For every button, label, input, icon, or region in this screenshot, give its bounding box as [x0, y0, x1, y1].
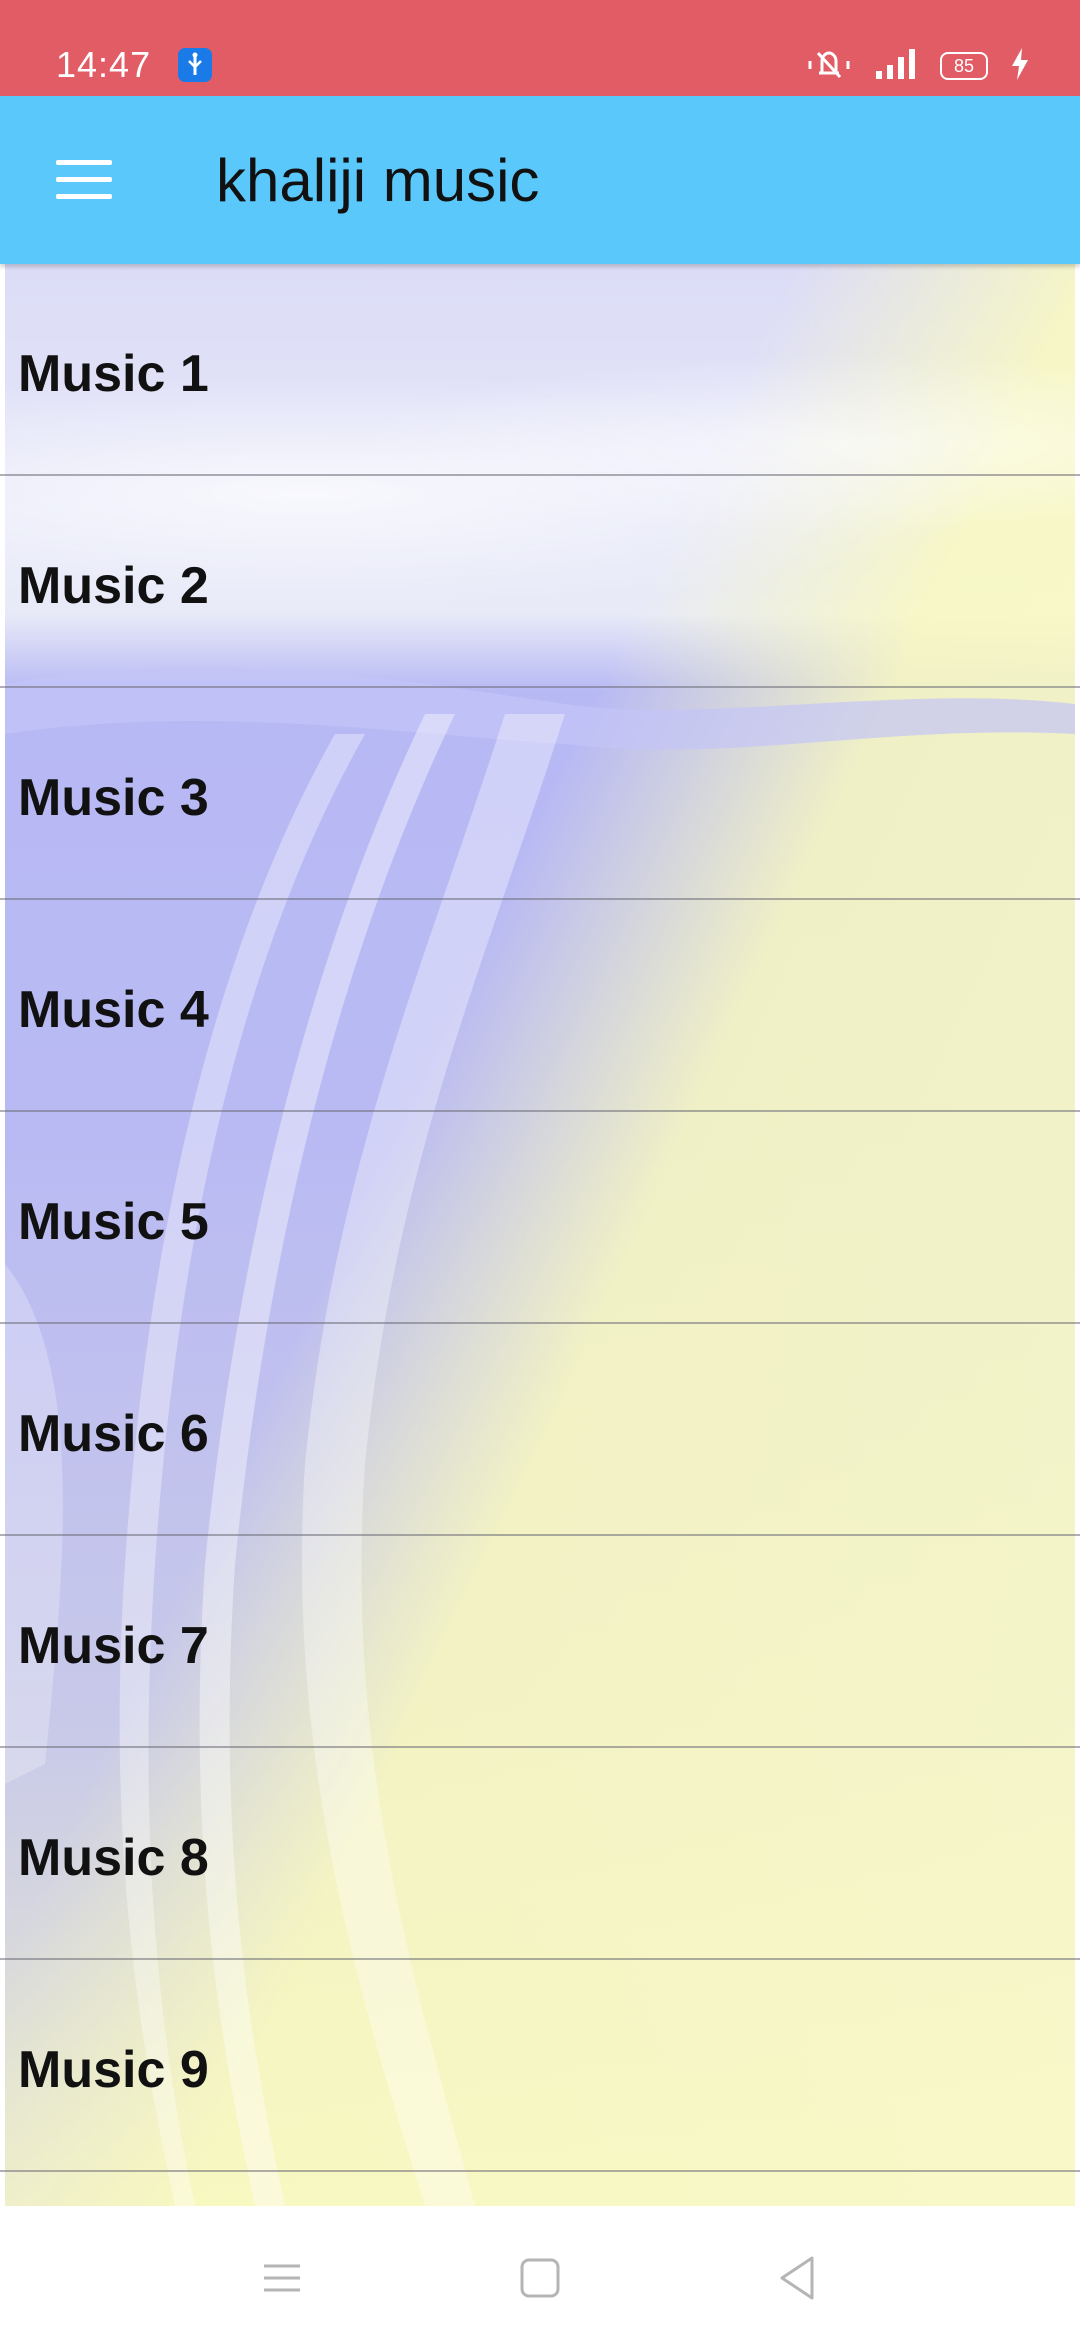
list-item[interactable]: Music 9	[0, 1960, 1080, 2172]
status-icons: 85	[806, 46, 1030, 86]
back-icon[interactable]	[768, 2248, 828, 2308]
battery-icon: 85	[940, 52, 988, 80]
app-bar: khaliji music	[0, 96, 1080, 264]
home-icon[interactable]	[510, 2248, 570, 2308]
list-item[interactable]: Music 6	[0, 1324, 1080, 1536]
screen: 14:47 85 khaliji music Music 1 Music 2 M…	[0, 0, 1080, 2340]
list-item-label: Music 1	[18, 345, 209, 403]
list-item-label: Music 8	[18, 1829, 209, 1887]
music-list: Music 1 Music 2 Music 3 Music 4 Music 5 …	[0, 264, 1080, 2172]
list-item-label: Music 2	[18, 557, 209, 615]
list-item[interactable]: Music 8	[0, 1748, 1080, 1960]
status-time: 14:47	[56, 44, 152, 85]
usb-debug-icon	[178, 48, 212, 82]
list-item-label: Music 6	[18, 1405, 209, 1463]
system-nav-bar	[0, 2206, 1080, 2340]
list-item-label: Music 4	[18, 981, 209, 1039]
list-item[interactable]: Music 2	[0, 476, 1080, 688]
music-list-container[interactable]: Music 1 Music 2 Music 3 Music 4 Music 5 …	[0, 264, 1080, 2206]
list-item[interactable]: Music 4	[0, 900, 1080, 1112]
list-item[interactable]: Music 5	[0, 1112, 1080, 1324]
list-item-label: Music 9	[18, 2041, 209, 2099]
list-item[interactable]: Music 1	[0, 264, 1080, 476]
list-item-label: Music 3	[18, 769, 209, 827]
page-title: khaliji music	[216, 147, 540, 214]
charging-icon	[1010, 47, 1030, 86]
hamburger-menu-icon[interactable]	[56, 160, 112, 200]
status-bar: 14:47 85	[0, 0, 1080, 96]
list-item-label: Music 7	[18, 1617, 209, 1675]
mute-icon	[806, 47, 852, 86]
signal-icon	[874, 47, 918, 86]
list-item[interactable]: Music 3	[0, 688, 1080, 900]
list-item[interactable]: Music 7	[0, 1536, 1080, 1748]
list-item-label: Music 5	[18, 1193, 209, 1251]
recents-icon[interactable]	[252, 2248, 312, 2308]
